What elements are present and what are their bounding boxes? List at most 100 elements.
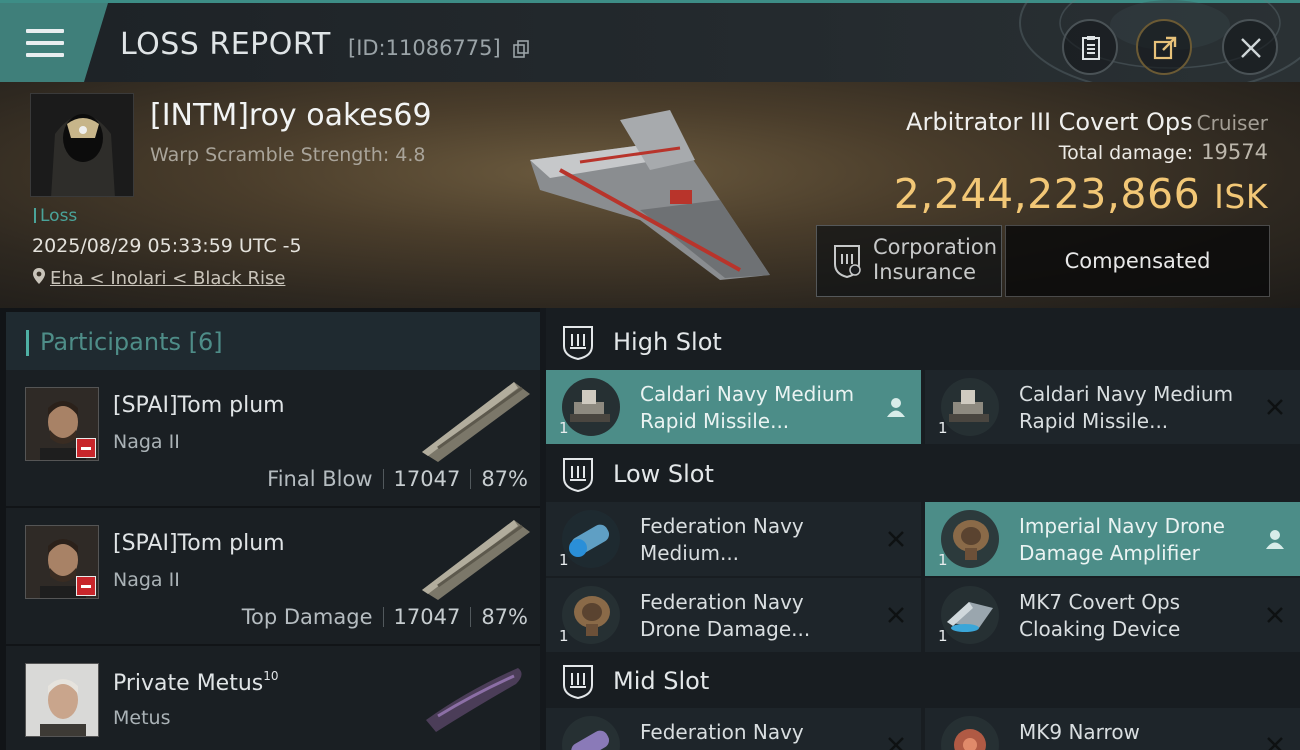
menu-button[interactable] [0, 3, 108, 82]
destroyed-icon [888, 737, 904, 750]
participant-row[interactable]: [SPAI]Tom plum Naga II Top Damage 17047 87… [6, 508, 540, 644]
pilot-icon [31, 94, 133, 196]
page-title: LOSS REPORT [120, 27, 331, 62]
participant-name: Private Metus10 [113, 669, 279, 696]
stats-divider [382, 469, 384, 489]
participant-damage: 17047 [393, 605, 461, 629]
module-name-line-2: Medium... [640, 541, 740, 565]
module-name-line-1: Imperial Navy Drone [1019, 514, 1225, 538]
stats-divider [470, 469, 472, 489]
destroyed-icon [1267, 737, 1283, 750]
module-quantity: 1 [938, 551, 948, 569]
participant-ship: Metus [113, 707, 171, 729]
participant-percent: 87% [481, 605, 528, 629]
ship-name[interactable]: Arbitrator III Covert Ops Cruiser [906, 108, 1268, 136]
module-item[interactable]: 1 Federation Navy [546, 708, 921, 750]
participant-ship: Naga II [113, 431, 180, 453]
participant-ship-image [426, 668, 522, 732]
pilot-icon [887, 398, 905, 417]
cloaking-device-icon [941, 586, 999, 644]
location-link[interactable]: Eha < Inolari < Black Rise [50, 268, 285, 289]
hostile-badge [76, 438, 96, 458]
drone-amplifier-icon [562, 586, 620, 644]
module-item[interactable]: 1 Federation Navy Medium... [546, 502, 921, 576]
participant-role: Top Damage [241, 605, 373, 629]
hostile-badge [76, 576, 96, 596]
stats-divider [470, 607, 472, 627]
missile-launcher-icon [941, 378, 999, 436]
destroyed-icon [888, 607, 904, 623]
module-name-line-1: Federation Navy [640, 514, 804, 538]
module-item[interactable]: 1 MK9 Narrow [925, 708, 1300, 750]
header-accent-bar [26, 330, 29, 356]
module-name-line-2: Drone Damage... [640, 617, 811, 641]
participant-percent: 87% [481, 467, 528, 491]
module-name-line-1: MK7 Covert Ops [1019, 590, 1181, 614]
loss-datetime: 2025/08/29 05:33:59 UTC -5 [32, 235, 302, 257]
module-name: Federation Navy Drone Damage... [640, 589, 880, 643]
isk-value: 2,244,223,866 ISK [894, 170, 1268, 218]
insurance-line-2: Insurance [873, 260, 977, 284]
compensated-button[interactable]: Compensated [1005, 225, 1270, 297]
module-name: Federation Navy [640, 719, 880, 746]
ship-class: Cruiser [1196, 111, 1268, 135]
slot-icon [563, 665, 593, 699]
participants-header[interactable]: Participants [6] [6, 312, 540, 370]
destroyed-icon [1267, 607, 1283, 623]
loss-status: Loss [34, 206, 77, 226]
high-slot-label: High Slot [613, 328, 722, 356]
participant-stats: Final Blow 17047 87% [267, 467, 528, 491]
participant-row[interactable]: [SPAI]Tom plum Naga II Final Blow 17047 87… [6, 370, 540, 506]
copy-icon[interactable] [513, 40, 531, 58]
module-quantity: 1 [938, 419, 948, 437]
module-name-line-2: Rapid Missile... [1019, 409, 1169, 433]
loss-location[interactable]: Eha < Inolari < Black Rise [32, 267, 285, 289]
module-name-line-2: Rapid Missile... [640, 409, 790, 433]
share-button[interactable] [1136, 19, 1192, 75]
participant-damage: 17047 [393, 467, 461, 491]
victim-ship-image [530, 110, 770, 280]
participant-avatar [25, 663, 99, 737]
corporation-insurance-button[interactable]: Corporation Insurance [816, 225, 1002, 297]
participant-level: 10 [263, 669, 279, 683]
module-item[interactable]: 1 Caldari Navy Medium Rapid Missile... [925, 370, 1300, 444]
mid-slot-header: Mid Slot [546, 649, 1300, 711]
total-damage-value: 19574 [1201, 140, 1268, 164]
participants-panel: Participants [6] [SPAI]Tom plum Naga II … [0, 308, 540, 750]
module-name: MK9 Narrow [1019, 719, 1259, 746]
insurance-line-1: Corporation [873, 235, 998, 259]
fitting-panel: High Slot 1 Caldari Navy Medium Rapid Mis… [546, 308, 1300, 750]
slot-icon [563, 326, 593, 360]
module-item[interactable]: 1 Imperial Navy Drone Damage Amplifier [925, 502, 1300, 576]
slot-icon [563, 458, 593, 492]
clipboard-button[interactable] [1062, 19, 1118, 75]
participant-ship-image [422, 520, 530, 600]
participant-name: [SPAI]Tom plum [113, 531, 285, 556]
pilot-icon [1266, 530, 1284, 549]
module-quantity: 1 [559, 627, 569, 645]
damage-module-icon [562, 510, 620, 568]
header-bar: LOSS REPORT [ID:11086775] [0, 0, 1300, 85]
victim-portrait[interactable] [30, 93, 134, 197]
participant-role: Final Blow [267, 467, 373, 491]
participant-stats: Top Damage 17047 87% [242, 605, 528, 629]
insurance-icon [834, 245, 861, 278]
module-item[interactable]: 1 Caldari Navy Medium Rapid Missile... [546, 370, 921, 444]
location-pin-icon [33, 268, 45, 284]
module-item[interactable]: 1 Federation Navy Drone Damage... [546, 578, 921, 652]
module-name-line-1: MK9 Narrow [1019, 720, 1140, 744]
participant-row[interactable]: Private Metus10 Metus [6, 646, 540, 750]
module-quantity: 1 [938, 627, 948, 645]
mid-module-icon [941, 716, 999, 750]
victim-name[interactable]: [INTM]roy oakes69 [150, 98, 432, 133]
pilot-icon [26, 664, 98, 736]
module-name: MK7 Covert Ops Cloaking Device [1019, 589, 1259, 643]
stats-divider [382, 607, 384, 627]
insurance-label: Corporation Insurance [873, 235, 997, 285]
total-damage: Total damage: 19574 [1059, 140, 1268, 164]
close-button[interactable] [1222, 19, 1278, 75]
module-item[interactable]: 1 MK7 Covert Ops Cloaking Device [925, 578, 1300, 652]
participants-label: Participants [40, 328, 181, 356]
share-icon [1153, 36, 1177, 60]
clipboard-icon [1082, 36, 1100, 60]
